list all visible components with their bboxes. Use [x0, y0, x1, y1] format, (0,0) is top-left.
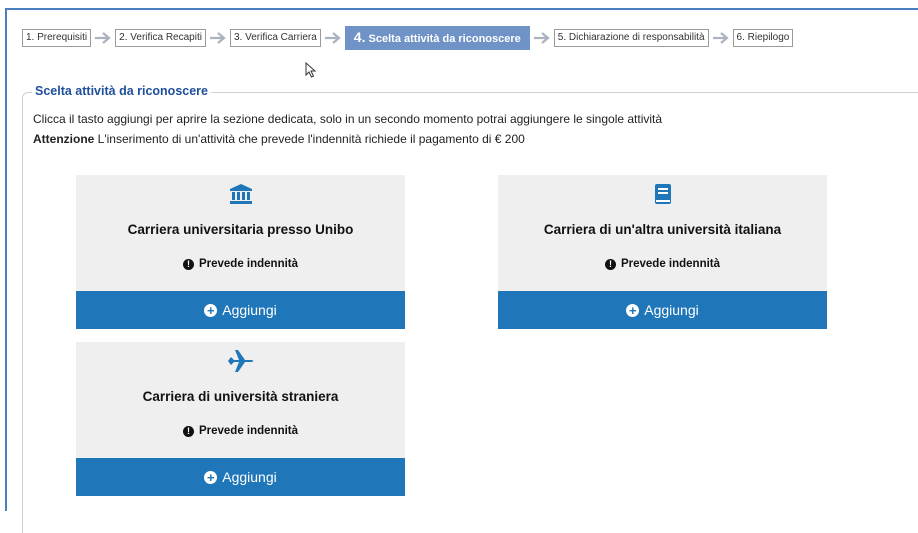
- section-legend: Scelta attività da riconoscere: [32, 84, 211, 98]
- note-label: Prevede indennità: [620, 258, 721, 270]
- card-unibo: Carriera universitaria presso Unibo ! Pre…: [76, 175, 405, 329]
- book-icon: [498, 181, 827, 207]
- plus-circle-icon: +: [204, 303, 218, 317]
- add-button[interactable]: + Aggiungi: [76, 291, 405, 329]
- arrow-right-icon: [712, 31, 730, 45]
- wizard-steps: 1. Prerequisiti 2. Verifica Recapiti 3. …: [22, 26, 794, 50]
- card-universita-italiana: Carriera di un'altra università italiana…: [498, 175, 827, 329]
- exclamation-icon: !: [604, 258, 616, 270]
- step-label: Scelta attività da riconoscere: [368, 33, 521, 45]
- card-title: Carriera universitaria presso Unibo: [127, 222, 354, 237]
- arrow-right-icon: [94, 31, 112, 45]
- exclamation-icon: !: [182, 425, 194, 437]
- window-left-border: [5, 8, 7, 511]
- add-button[interactable]: + Aggiungi: [498, 291, 827, 329]
- step-number: 4.: [353, 29, 366, 45]
- step-verifica-recapiti[interactable]: 2. Verifica Recapiti: [115, 29, 206, 47]
- card-universita-straniera: Carriera di università straniera ! Preved…: [76, 342, 405, 496]
- card-title: Carriera di un'altra università italiana: [543, 222, 782, 237]
- add-button-label: Aggiungi: [222, 469, 277, 485]
- note-label: Prevede indennità: [198, 258, 299, 270]
- mouse-cursor-icon: [305, 62, 317, 78]
- plus-circle-icon: +: [626, 303, 640, 317]
- add-button-label: Aggiungi: [222, 302, 277, 318]
- note-label: Prevede indennità: [198, 425, 299, 437]
- step-riepilogo[interactable]: 6. Riepilogo: [732, 29, 794, 47]
- arrow-right-icon: [533, 31, 551, 45]
- add-button[interactable]: + Aggiungi: [76, 458, 405, 496]
- card-title: Carriera di università straniera: [142, 389, 339, 404]
- arrow-right-icon: [324, 31, 342, 45]
- card-note: ! Prevede indennità: [76, 258, 405, 270]
- exclamation-icon: !: [182, 258, 194, 270]
- plus-circle-icon: +: [204, 470, 218, 484]
- step-scelta-attivita[interactable]: 4. Scelta attività da riconoscere: [344, 26, 530, 50]
- warning-label: Attenzione: [33, 132, 95, 146]
- card-note: ! Prevede indennità: [498, 258, 827, 270]
- add-button-label: Aggiungi: [644, 302, 699, 318]
- warning-text: Attenzione L'inserimento di un'attività …: [33, 132, 525, 146]
- step-verifica-carriera[interactable]: 3. Verifica Carriera: [229, 29, 321, 47]
- intro-text: Clicca il tasto aggiungi per aprire la s…: [33, 112, 663, 126]
- card-note: ! Prevede indennità: [76, 425, 405, 437]
- plane-icon: [76, 348, 405, 374]
- step-prerequisiti[interactable]: 1. Prerequisiti: [22, 29, 92, 47]
- warning-body: L'inserimento di un'attività che prevede…: [94, 132, 525, 146]
- university-icon: [76, 181, 405, 207]
- arrow-right-icon: [209, 31, 227, 45]
- window-top-border: [5, 8, 918, 10]
- step-dichiarazione[interactable]: 5. Dichiarazione di responsabilità: [553, 29, 709, 47]
